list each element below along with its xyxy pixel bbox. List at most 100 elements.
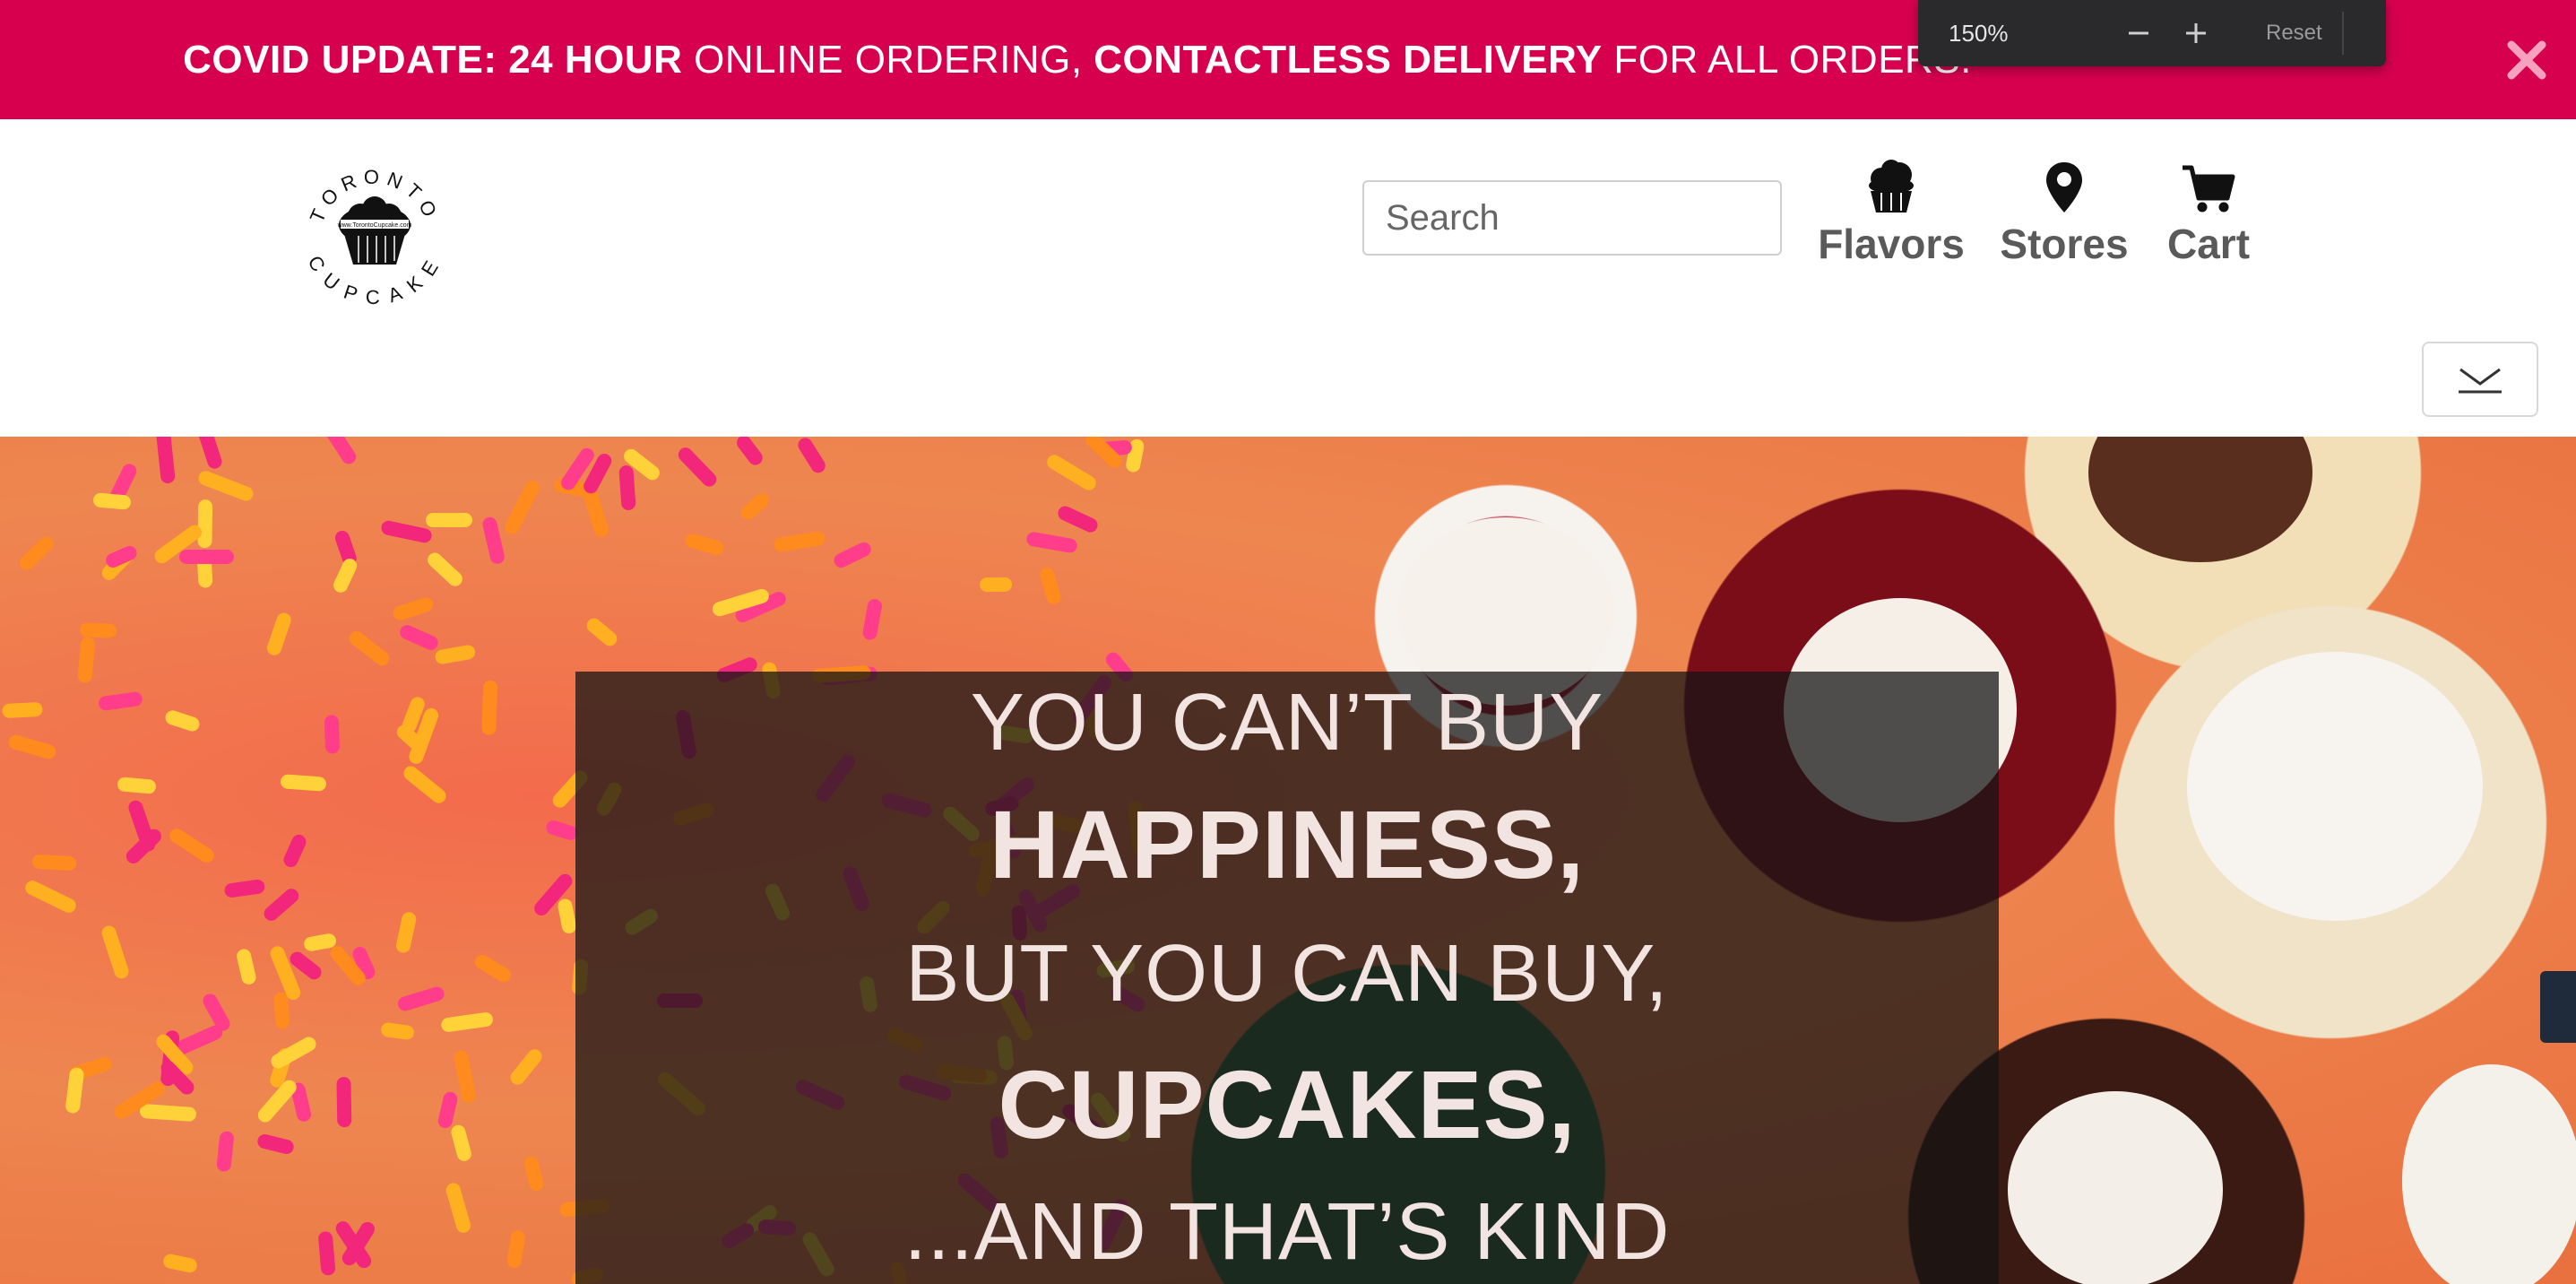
plus-icon — [2186, 23, 2206, 43]
nav-flavors[interactable]: Flavors — [1818, 157, 1965, 268]
sprinkle — [507, 1045, 546, 1088]
nav-flavors-label: Flavors — [1818, 221, 1965, 267]
sprinkle — [194, 437, 224, 471]
sprinkle — [394, 910, 418, 955]
sprinkle — [223, 878, 266, 899]
sprinkle — [426, 513, 472, 528]
nav-stores[interactable]: Stores — [2000, 157, 2129, 268]
zoom-in-button[interactable] — [2167, 0, 2225, 66]
sprinkle — [261, 886, 302, 924]
zoom-level: 150% — [1949, 19, 2009, 47]
zoom-reset-button[interactable]: Reset — [2246, 12, 2344, 55]
sprinkle — [434, 643, 477, 665]
sprinkle — [99, 924, 131, 981]
announcement-bold-3: CONTACTLESS DELIVERY — [1094, 37, 1603, 82]
menu-toggle-button[interactable] — [2422, 342, 2538, 417]
sprinkle — [557, 898, 578, 936]
sprinkle — [380, 1021, 415, 1041]
sprinkle — [1024, 531, 1078, 555]
sprinkle — [379, 519, 433, 545]
hero-text-overlay: YOU CAN’T BUY HAPPINESS, BUT YOU CAN BUY… — [575, 672, 1999, 1284]
sprinkle — [179, 549, 234, 564]
sprinkle — [197, 499, 213, 549]
sprinkle — [1055, 503, 1100, 535]
sprinkle — [480, 516, 506, 566]
toronto-cupcake-logo[interactable]: TORONTO CUPCAKE www.TorontoCupcake.com — [296, 155, 454, 313]
sprinkle — [675, 445, 720, 490]
sprinkle — [391, 595, 436, 622]
sprinkle — [31, 854, 77, 872]
sprinkle — [235, 947, 257, 986]
sprinkle — [167, 826, 217, 865]
zoom-out-button[interactable] — [2110, 0, 2167, 66]
close-announcement-button[interactable] — [2506, 39, 2547, 81]
sprinkle — [480, 680, 497, 735]
sprinkle — [281, 832, 308, 870]
minus-icon — [2129, 31, 2148, 35]
sprinkle — [861, 598, 884, 642]
sprinkle — [216, 1131, 235, 1173]
cupcake-logo-icon — [339, 196, 411, 265]
side-feedback-tab[interactable] — [2540, 971, 2576, 1043]
sprinkle — [733, 437, 765, 468]
sprinkle — [737, 490, 772, 523]
sprinkle — [117, 776, 157, 794]
sprinkle — [77, 637, 96, 684]
sprinkle — [440, 1011, 494, 1033]
sprinkle — [79, 622, 117, 639]
announcement-text-2: ONLINE ORDERING, — [682, 37, 1094, 82]
sprinkle — [979, 577, 1013, 593]
sprinkle — [22, 878, 79, 915]
close-x-icon — [2507, 40, 2546, 80]
site-header: TORONTO CUPCAKE www.TorontoCupcake.com S… — [0, 119, 2576, 437]
sprinkle — [255, 1132, 296, 1156]
sprinkle — [1043, 452, 1099, 493]
cupcake-frosting — [2402, 1064, 2576, 1284]
cupcake-icon — [1869, 160, 1914, 213]
sprinkle — [1038, 565, 1063, 605]
sprinkle — [196, 469, 256, 504]
map-pin-icon — [2046, 162, 2082, 213]
sprinkle — [156, 437, 177, 484]
sprinkle — [618, 465, 637, 511]
sprinkle — [265, 611, 294, 658]
nav-cart[interactable]: Cart — [2164, 157, 2253, 268]
sprinkle — [280, 774, 328, 792]
sprinkle — [683, 532, 725, 557]
hero-line-3: BUT YOU CAN BUY, — [905, 929, 1669, 1019]
cupcake-frosting — [2008, 1091, 2223, 1284]
search-input[interactable] — [1362, 180, 1782, 256]
sprinkle — [831, 540, 874, 570]
sprinkle — [444, 1181, 472, 1235]
nav-stores-label: Stores — [2000, 221, 2129, 267]
sprinkle — [322, 437, 359, 467]
sprinkle — [424, 549, 465, 589]
announcement-text-4: FOR ALL ORDERS. — [1602, 37, 1972, 82]
sprinkle — [335, 1077, 351, 1128]
sprinkle — [437, 1090, 460, 1131]
sprinkle — [6, 733, 57, 761]
sprinkle — [324, 715, 340, 755]
sprinkle — [773, 530, 827, 553]
sprinkle — [331, 556, 359, 595]
logo-center-text: www.TorontoCupcake.com — [337, 222, 412, 229]
cupcake-frosting — [2088, 437, 2312, 562]
sprinkle — [17, 534, 57, 573]
sprinkle — [400, 762, 449, 806]
hero-line-4: CUPCAKES, — [998, 1050, 1577, 1158]
sprinkle — [1, 701, 44, 719]
sprinkle — [98, 690, 144, 712]
covid-announcement-text: COVID UPDATE: 24 HOUR ONLINE ORDERING, C… — [183, 38, 1972, 82]
sprinkle — [449, 1124, 473, 1164]
sprinkle — [795, 437, 828, 476]
sprinkle — [139, 1103, 197, 1122]
sprinkle — [161, 1253, 199, 1274]
sprinkle — [583, 615, 620, 649]
announcement-bold-1: COVID UPDATE: 24 HOUR — [183, 37, 683, 82]
sprinkle — [346, 628, 393, 669]
sprinkle — [317, 1230, 336, 1277]
sprinkle — [91, 492, 131, 511]
hero-line-2: HAPPINESS, — [989, 790, 1586, 898]
sprinkle — [163, 708, 202, 734]
sprinkle — [396, 985, 446, 1013]
